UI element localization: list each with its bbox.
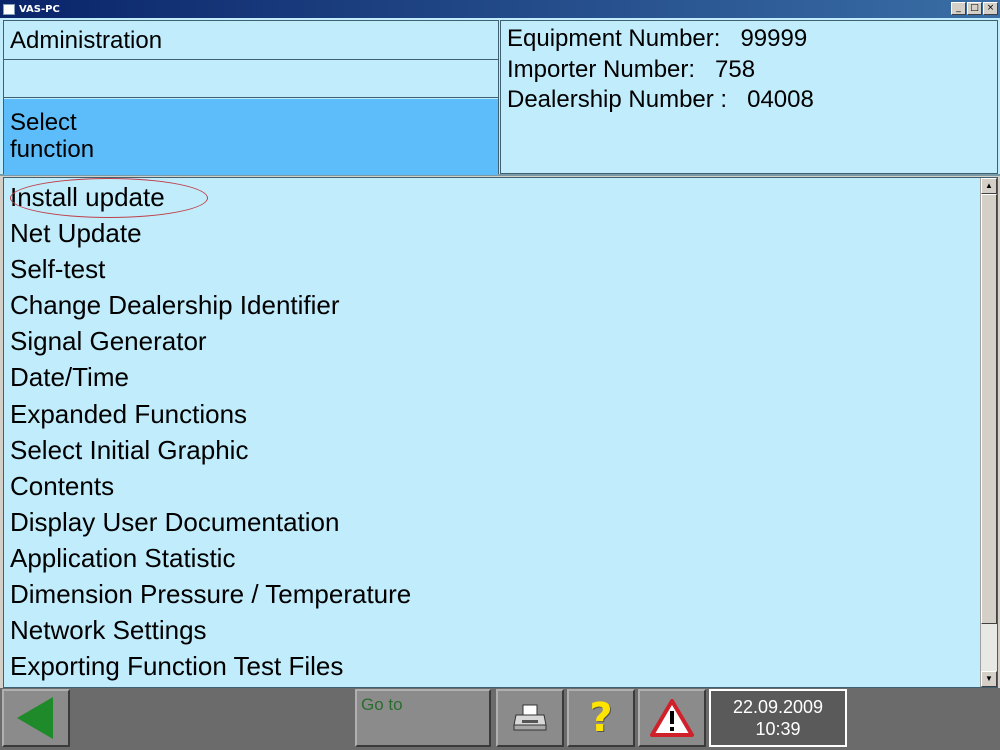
header-blank-row xyxy=(4,60,498,98)
menu-item-change-dealership-identifier[interactable]: Change Dealership Identifier xyxy=(10,287,411,323)
dealership-number: Dealership Number : 04008 xyxy=(507,86,814,113)
back-button[interactable] xyxy=(2,689,70,747)
menu-item-expanded-functions[interactable]: Expanded Functions xyxy=(10,396,411,432)
equipment-number: Equipment Number: 99999 xyxy=(507,25,808,52)
menu-item-date-time[interactable]: Date/Time xyxy=(10,359,411,395)
menu-item-self-test[interactable]: Self-test xyxy=(10,251,411,287)
minimize-button[interactable]: _ xyxy=(951,2,966,15)
page-title: Administration xyxy=(4,21,498,60)
header-area: Administration Select function Equipment… xyxy=(0,18,1000,176)
print-button[interactable] xyxy=(496,689,564,747)
importer-number: Importer Number: 758 xyxy=(507,55,756,83)
help-button[interactable]: ? xyxy=(567,689,635,747)
help-icon: ? xyxy=(589,695,613,741)
window-title: VAS-PC xyxy=(19,3,60,15)
header-left-panel: Administration Select function xyxy=(3,20,499,175)
date-time-display: 22.09.2009 10:39 xyxy=(709,689,847,747)
warning-icon xyxy=(650,699,694,737)
goto-label: Go to xyxy=(361,695,403,714)
scroll-down-button[interactable]: ▼ xyxy=(981,671,997,687)
scroll-thumb[interactable] xyxy=(981,194,997,624)
menu-item-dimension-pressure-temperature[interactable]: Dimension Pressure / Temperature xyxy=(10,576,411,612)
warning-button[interactable] xyxy=(638,689,706,747)
back-arrow-icon xyxy=(17,697,53,739)
function-list: Install update Net Update Self-test Chan… xyxy=(10,178,411,684)
vertical-scrollbar[interactable]: ▲ ▼ xyxy=(980,178,997,687)
goto-button[interactable]: Go to xyxy=(355,689,491,747)
menu-item-select-initial-graphic[interactable]: Select Initial Graphic xyxy=(10,432,411,468)
select-function-label: Select function xyxy=(4,99,498,175)
maximize-button[interactable]: □ xyxy=(967,2,982,15)
menu-item-install-update[interactable]: Install update xyxy=(10,179,411,215)
menu-item-exporting-function-test-files[interactable]: Exporting Function Test Files xyxy=(10,648,411,684)
app-icon xyxy=(3,3,15,15)
function-list-panel: Install update Net Update Self-test Chan… xyxy=(3,177,998,688)
menu-item-signal-generator[interactable]: Signal Generator xyxy=(10,323,411,359)
close-button[interactable]: × xyxy=(983,2,998,15)
equipment-info-panel: Equipment Number: 99999 Importer Number:… xyxy=(500,20,998,174)
menu-item-net-update[interactable]: Net Update xyxy=(10,215,411,251)
printer-icon xyxy=(513,704,547,731)
select-line-1: Select xyxy=(10,109,77,136)
title-bar: VAS-PC _ □ × xyxy=(0,0,1000,18)
scroll-up-button[interactable]: ▲ xyxy=(981,178,997,194)
menu-item-contents[interactable]: Contents xyxy=(10,468,411,504)
menu-item-network-settings[interactable]: Network Settings xyxy=(10,612,411,648)
date-text: 22.09.2009 xyxy=(732,697,824,717)
menu-item-display-user-documentation[interactable]: Display User Documentation xyxy=(10,504,411,540)
time-text: 10:39 xyxy=(755,719,801,739)
menu-item-application-statistic[interactable]: Application Statistic xyxy=(10,540,411,576)
bottom-toolbar: Go to ? 22.09.2009 10:39 xyxy=(0,688,1000,750)
window-controls: _ □ × xyxy=(951,2,998,15)
select-line-2: function xyxy=(10,136,95,163)
